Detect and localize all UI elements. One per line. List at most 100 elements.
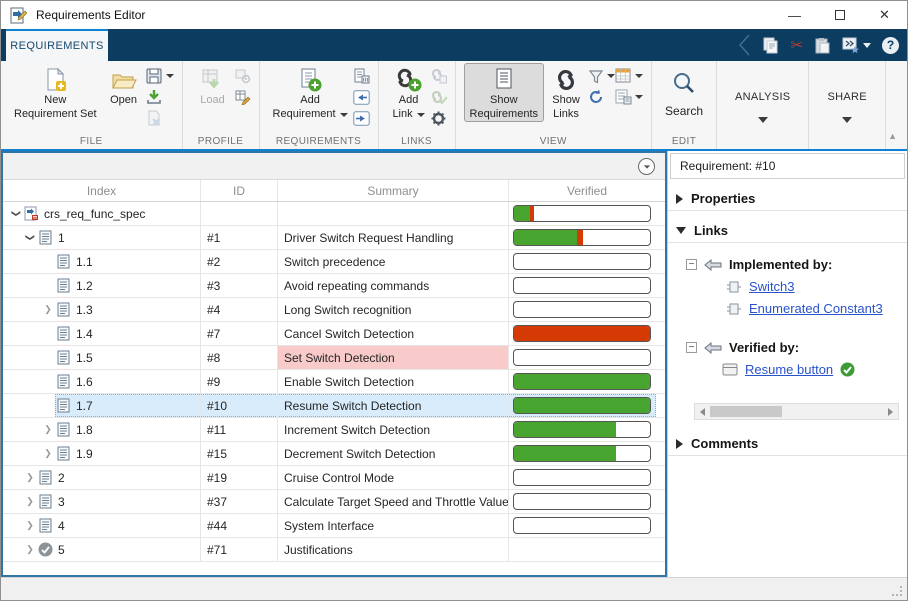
open-button[interactable]: Open (102, 63, 146, 107)
collapse-minus-icon[interactable]: − (686, 259, 697, 270)
verified-cell[interactable] (509, 322, 665, 345)
summary-cell[interactable]: Resume Switch Detection (278, 394, 509, 417)
index-cell[interactable]: 1.7 (3, 394, 201, 417)
table-row[interactable]: ❯1.9#15Decrement Switch Detection (3, 442, 665, 466)
table-row[interactable]: 1.6#9Enable Switch Detection (3, 370, 665, 394)
chevron-collapsed-icon[interactable]: ❯ (41, 448, 55, 459)
summary-cell[interactable]: Decrement Switch Detection (278, 442, 509, 465)
copy-icon[interactable] (762, 37, 779, 54)
verified-cell[interactable] (509, 442, 665, 465)
summary-cell[interactable]: Driver Switch Request Handling (278, 226, 509, 249)
id-cell[interactable]: #44 (201, 514, 278, 537)
implemented-by-link[interactable]: Enumerated Constant3 (749, 301, 883, 316)
index-cell[interactable]: ❯1.3 (3, 298, 201, 321)
analysis-menu-button[interactable]: ANALYSIS (725, 63, 800, 123)
index-cell[interactable]: 1.2 (3, 274, 201, 297)
chevron-collapsed-icon[interactable]: ❯ (23, 496, 37, 507)
scroll-right-icon[interactable] (888, 408, 893, 416)
index-cell[interactable]: ❯2 (3, 466, 201, 489)
table-row[interactable]: 1.7#10Resume Switch Detection (3, 394, 665, 418)
collapse-minus-icon[interactable]: − (686, 342, 697, 353)
table-row[interactable]: ❯3#37Calculate Target Speed and Throttle… (3, 490, 665, 514)
add-link-button[interactable]: Add Link (387, 63, 431, 121)
summary-cell[interactable]: System Interface (278, 514, 509, 537)
table-row[interactable]: ❯1.8#11Increment Switch Detection (3, 418, 665, 442)
verified-cell[interactable] (509, 226, 665, 249)
chevron-collapsed-icon[interactable]: ❯ (23, 472, 37, 483)
column-header-verified[interactable]: Verified (509, 180, 665, 201)
table-row[interactable]: 1.5#8Set Switch Detection (3, 346, 665, 370)
id-cell[interactable]: #10 (201, 394, 278, 417)
column-header-index[interactable]: Index (3, 180, 201, 201)
id-cell[interactable]: #4 (201, 298, 278, 321)
id-cell[interactable]: #19 (201, 466, 278, 489)
promote-requirement-button[interactable] (353, 89, 370, 105)
minimize-button[interactable]: — (772, 1, 817, 29)
id-cell[interactable]: #37 (201, 490, 278, 513)
verified-cell[interactable] (509, 538, 665, 561)
column-header-id[interactable]: ID (201, 180, 278, 201)
load-profile-button[interactable]: Load (191, 63, 235, 107)
summary-cell[interactable] (278, 202, 509, 225)
id-cell[interactable]: #8 (201, 346, 278, 369)
verified-cell[interactable] (509, 274, 665, 297)
summary-cell[interactable]: Justifications (278, 538, 509, 561)
index-cell[interactable]: ❯crs_req_func_spec (3, 202, 201, 225)
show-links-button[interactable]: Show Links (544, 63, 588, 121)
delete-requirement-button[interactable] (353, 68, 370, 84)
index-cell[interactable]: ❯1.9 (3, 442, 201, 465)
index-cell[interactable]: ❯1 (3, 226, 201, 249)
delete-link-button-disabled[interactable] (431, 68, 447, 84)
index-cell[interactable]: 1.6 (3, 370, 201, 393)
links-horizontal-scrollbar[interactable] (694, 403, 899, 420)
table-row[interactable]: ❯crs_req_func_spec (3, 202, 665, 226)
pane-options-button[interactable] (638, 158, 655, 175)
summary-cell[interactable]: Calculate Target Speed and Throttle Valu… (278, 490, 509, 513)
qat-customize[interactable] (842, 37, 871, 53)
index-cell[interactable]: ❯4 (3, 514, 201, 537)
tab-requirements[interactable]: REQUIREMENTS (6, 29, 108, 61)
link-settings-button[interactable] (431, 110, 447, 126)
index-cell[interactable]: ❯5 (3, 538, 201, 561)
paste-icon[interactable] (814, 37, 831, 54)
id-cell[interactable]: #11 (201, 418, 278, 441)
chevron-collapsed-icon[interactable]: ❯ (23, 520, 37, 531)
verified-cell[interactable] (509, 466, 665, 489)
table-row[interactable]: ❯1.3#4Long Switch recognition (3, 298, 665, 322)
id-cell[interactable] (201, 202, 278, 225)
table-row[interactable]: ❯4#44System Interface (3, 514, 665, 538)
index-cell[interactable]: ❯3 (3, 490, 201, 513)
index-cell[interactable]: 1.4 (3, 322, 201, 345)
verified-by-link[interactable]: Resume button (745, 362, 833, 377)
id-cell[interactable]: #7 (201, 322, 278, 345)
scroll-left-icon[interactable] (700, 408, 705, 416)
link-check-button-disabled[interactable] (431, 89, 447, 105)
verified-cell[interactable] (509, 202, 665, 225)
summary-cell[interactable]: Long Switch recognition (278, 298, 509, 321)
verified-cell[interactable] (509, 514, 665, 537)
chevron-collapsed-icon[interactable]: ❯ (23, 544, 37, 555)
verified-cell[interactable] (509, 346, 665, 369)
edit-profile-button[interactable] (235, 89, 251, 105)
chevron-expanded-icon[interactable]: ❯ (11, 207, 22, 221)
delete-set-button-disabled[interactable] (146, 110, 174, 126)
id-cell[interactable]: #2 (201, 250, 278, 273)
chevron-collapsed-icon[interactable]: ❯ (41, 424, 55, 435)
table-row[interactable]: ❯5#71Justifications (3, 538, 665, 562)
table-row[interactable]: 1.1#2Switch precedence (3, 250, 665, 274)
save-button[interactable] (146, 68, 174, 84)
collapse-ribbon-icon[interactable]: ▲ (888, 131, 897, 141)
summary-cell[interactable]: Increment Switch Detection (278, 418, 509, 441)
resize-grip[interactable] (892, 586, 902, 596)
summary-cell[interactable]: Switch precedence (278, 250, 509, 273)
columns-button[interactable] (615, 68, 643, 84)
import-button[interactable] (146, 89, 174, 105)
scrollbar-thumb[interactable] (710, 406, 782, 417)
verified-cell[interactable] (509, 490, 665, 513)
summary-cell[interactable]: Cruise Control Mode (278, 466, 509, 489)
summary-cell[interactable]: Enable Switch Detection (278, 370, 509, 393)
section-comments[interactable]: Comments (668, 432, 907, 456)
id-cell[interactable]: #3 (201, 274, 278, 297)
new-requirement-set-button[interactable]: New Requirement Set (9, 63, 102, 121)
verified-cell[interactable] (509, 298, 665, 321)
